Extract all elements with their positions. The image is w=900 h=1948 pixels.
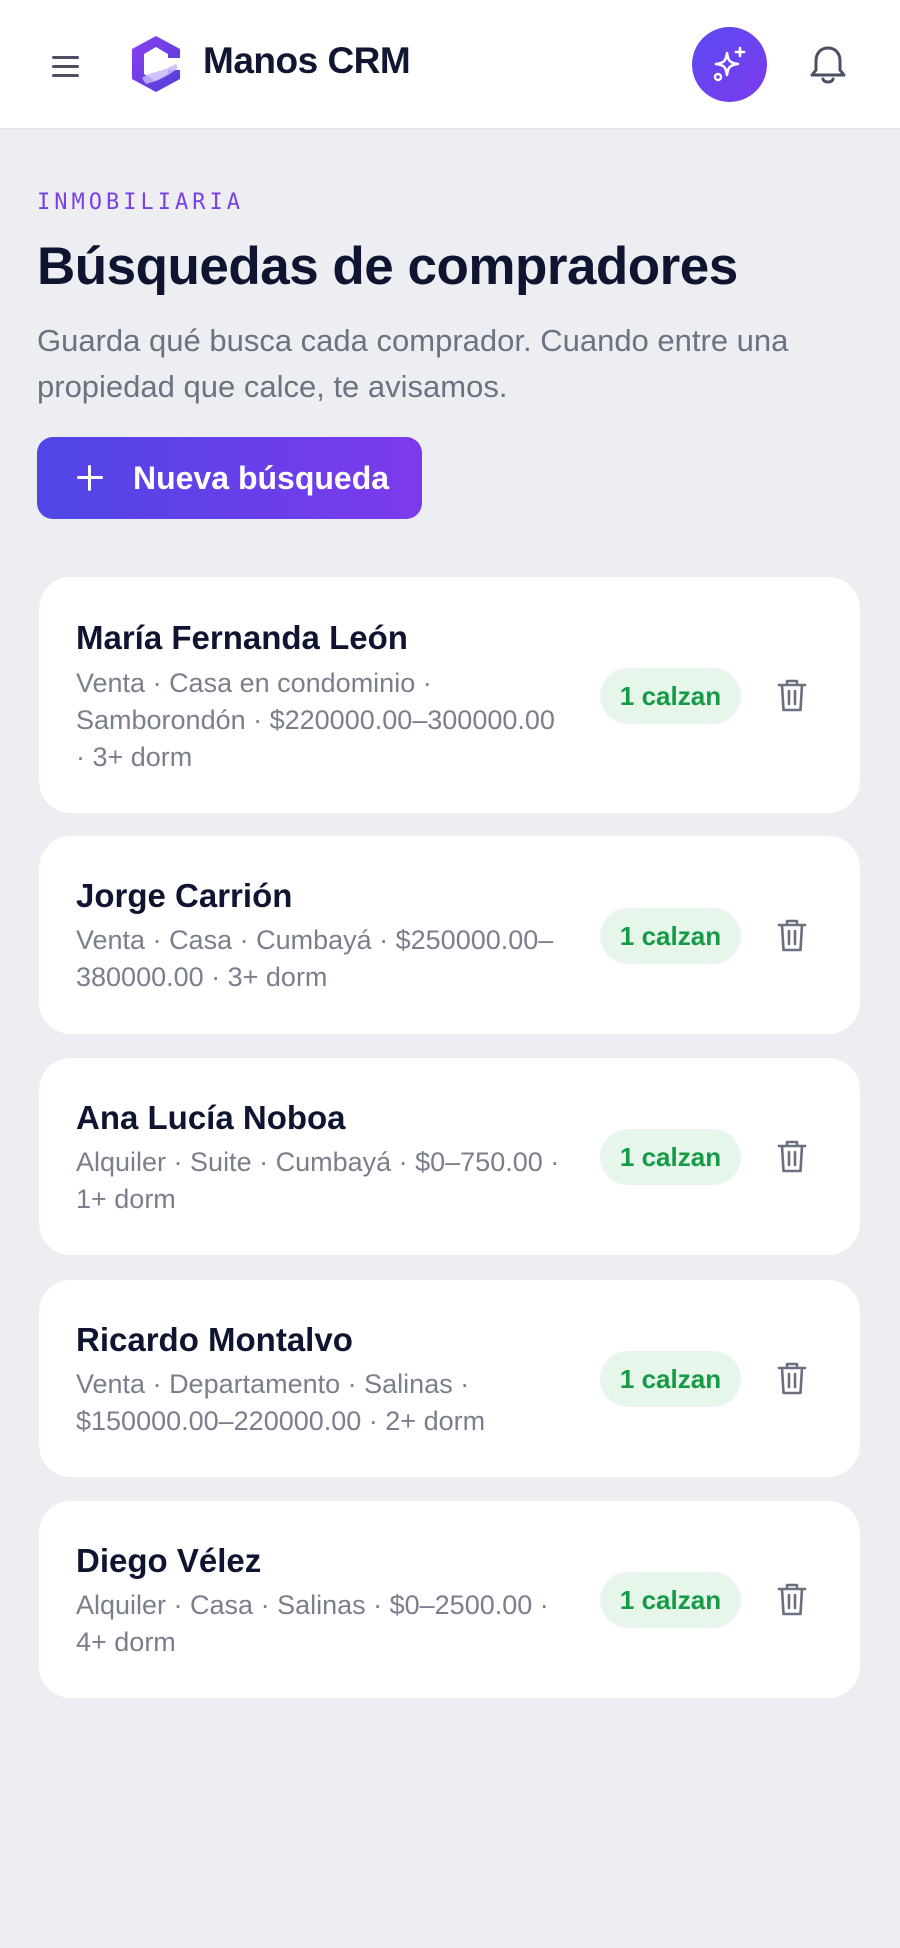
top-bar: Manos CRM: [0, 0, 900, 129]
trash-icon[interactable]: [776, 1360, 808, 1396]
matches-badge[interactable]: 1 calzan: [600, 1351, 741, 1407]
search-details: Venta · Casa en condominio · Samborondón…: [76, 668, 555, 772]
manos-crm-logo: [132, 36, 180, 92]
buyer-name: Diego Vélez: [76, 1542, 262, 1579]
search-card[interactable]: Ricardo Montalvo Venta · Departamento · …: [39, 1280, 860, 1477]
trash-icon[interactable]: [776, 917, 808, 953]
buyer-name: María Fernanda León: [76, 619, 408, 656]
search-card[interactable]: Diego Vélez Alquiler · Casa · Salinas · …: [39, 1501, 860, 1698]
plus-icon: [77, 465, 103, 491]
search-card[interactable]: Jorge Carrión Venta · Casa · Cumbayá · $…: [39, 836, 860, 1034]
search-details: Venta · Casa · Cumbayá · $250000.00–3800…: [76, 925, 554, 992]
hamburger-menu-icon[interactable]: [52, 56, 86, 82]
ai-assistant-button[interactable]: [692, 27, 767, 102]
page-title: Búsquedas de compradores: [37, 237, 738, 296]
trash-icon[interactable]: [776, 1138, 808, 1174]
app-title: Manos CRM: [203, 40, 411, 81]
new-search-button[interactable]: Nueva búsqueda: [37, 437, 422, 519]
trash-icon[interactable]: [776, 677, 808, 713]
new-search-button-label: Nueva búsqueda: [133, 459, 390, 496]
buyer-name: Jorge Carrión: [76, 877, 293, 914]
matches-badge[interactable]: 1 calzan: [600, 1129, 741, 1185]
bell-icon[interactable]: [808, 44, 848, 86]
matches-badge[interactable]: 1 calzan: [600, 1572, 741, 1628]
page-subtitle: Guarda qué busca cada comprador. Cuando …: [37, 323, 789, 404]
section-eyebrow: INMOBILIARIA: [37, 190, 244, 215]
search-details: Alquiler · Casa · Salinas · $0–2500.00 ·…: [76, 1590, 549, 1657]
matches-badge[interactable]: 1 calzan: [600, 908, 741, 964]
sparkles-icon: [713, 46, 745, 81]
search-details: Alquiler · Suite · Cumbayá · $0–750.00 ·…: [76, 1147, 560, 1214]
trash-icon[interactable]: [776, 1581, 808, 1617]
matches-badge[interactable]: 1 calzan: [600, 668, 741, 724]
search-card[interactable]: Ana Lucía Noboa Alquiler · Suite · Cumba…: [39, 1058, 860, 1255]
search-card[interactable]: María Fernanda León Venta · Casa en cond…: [39, 577, 860, 813]
buyer-name: Ricardo Montalvo: [76, 1321, 353, 1358]
search-details: Venta · Departamento · Salinas · $150000…: [76, 1369, 486, 1436]
buyer-name: Ana Lucía Noboa: [76, 1099, 346, 1136]
